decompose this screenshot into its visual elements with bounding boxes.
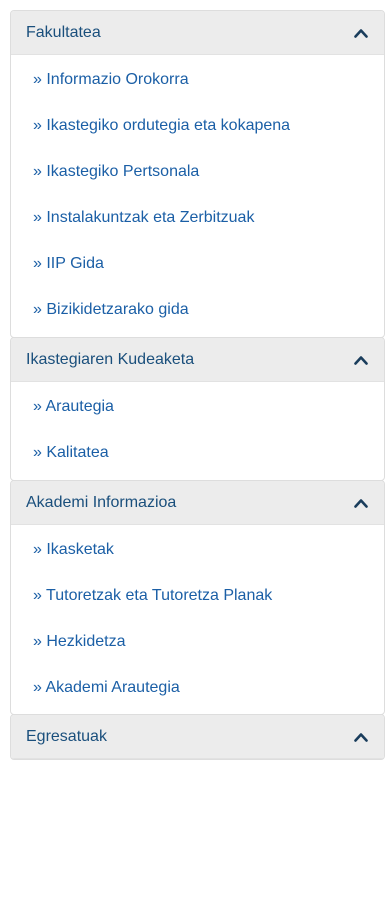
section-title: Egresatuak [26, 727, 107, 745]
section-akademi-informazioa: Akademi Informazioa » Ikasketak » Tutore… [10, 480, 385, 715]
side-menu: Fakultatea » Informazio Orokorra » Ikast… [10, 10, 385, 760]
menu-link-tutoretzak[interactable]: » Tutoretzak eta Tutoretza Planak [11, 573, 384, 619]
section-ikastegiaren-kudeaketa: Ikastegiaren Kudeaketa » Arautegia » Kal… [10, 337, 385, 481]
section-header-akademi-informazioa[interactable]: Akademi Informazioa [11, 481, 384, 525]
menu-link-ikasketak[interactable]: » Ikasketak [11, 525, 384, 573]
section-items: » Informazio Orokorra » Ikastegiko ordut… [11, 55, 384, 337]
section-header-fakultatea[interactable]: Fakultatea [11, 11, 384, 55]
menu-link-informazio-orokorra[interactable]: » Informazio Orokorra [11, 55, 384, 103]
menu-link-ikastegiko-ordutegia[interactable]: » Ikastegiko ordutegia eta kokapena [11, 103, 384, 149]
menu-link-kalitatea[interactable]: » Kalitatea [11, 430, 384, 476]
section-header-ikastegiaren-kudeaketa[interactable]: Ikastegiaren Kudeaketa [11, 338, 384, 382]
section-title: Akademi Informazioa [26, 493, 177, 511]
section-fakultatea: Fakultatea » Informazio Orokorra » Ikast… [10, 10, 385, 338]
menu-link-ikastegiko-pertsonala[interactable]: » Ikastegiko Pertsonala [11, 149, 384, 195]
section-items: » Arautegia » Kalitatea [11, 382, 384, 480]
menu-link-akademi-arautegia[interactable]: » Akademi Arautegia [11, 665, 384, 711]
chevron-up-icon[interactable] [352, 728, 370, 746]
menu-link-bizikidetzarako-gida[interactable]: » Bizikidetzarako gida [11, 287, 384, 333]
section-title: Ikastegiaren Kudeaketa [26, 350, 195, 368]
menu-link-hezkidetza[interactable]: » Hezkidetza [11, 619, 384, 665]
chevron-up-icon[interactable] [352, 351, 370, 369]
chevron-up-icon[interactable] [352, 494, 370, 512]
section-items: » Ikasketak » Tutoretzak eta Tutoretza P… [11, 525, 384, 714]
chevron-up-icon[interactable] [352, 24, 370, 42]
menu-link-iip-gida[interactable]: » IIP Gida [11, 241, 384, 287]
menu-link-instalakuntzak[interactable]: » Instalakuntzak eta Zerbitzuak [11, 195, 384, 241]
menu-link-arautegia[interactable]: » Arautegia [11, 382, 384, 430]
section-header-egresatuak[interactable]: Egresatuak [11, 715, 384, 759]
section-title: Fakultatea [26, 23, 101, 41]
section-egresatuak: Egresatuak [10, 714, 385, 760]
